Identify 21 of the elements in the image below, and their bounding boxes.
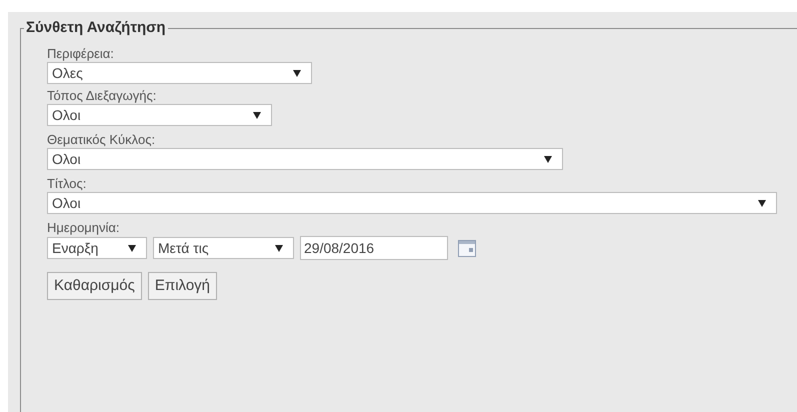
field-label: Περιφέρεια:	[47, 46, 115, 62]
calendar-icon[interactable]	[458, 240, 476, 256]
dropdown-select[interactable]: Μετά τις	[153, 237, 294, 259]
dropdown-arrow-icon	[275, 244, 283, 252]
dropdown-select[interactable]: Ολοι	[47, 104, 272, 126]
field-label: Ημερομηνία:	[47, 220, 121, 236]
dropdown-arrow-icon	[544, 156, 552, 162]
dropdown-arrow-icon	[128, 244, 136, 252]
dropdown-select[interactable]: Ολοι	[47, 192, 777, 214]
dropdown-arrow-icon	[253, 112, 261, 118]
field-label: Τίτλος:	[47, 176, 88, 192]
dropdown-select[interactable]: Ολοι	[47, 148, 563, 170]
field-label: Θεματικός Κύκλος:	[47, 132, 156, 148]
date-input[interactable]: 29/08/2016	[300, 236, 448, 260]
form-button[interactable]: Καθαρισμός	[47, 272, 142, 300]
dropdown-arrow-icon	[758, 200, 766, 206]
dropdown-select[interactable]: Εναρξη	[47, 237, 147, 259]
dropdown-select[interactable]: Ολες	[47, 62, 312, 84]
form-button[interactable]: Επιλογή	[148, 272, 218, 300]
dropdown-arrow-icon	[293, 70, 301, 76]
field-label: Τόπος Διεξαγωγής:	[47, 88, 158, 104]
